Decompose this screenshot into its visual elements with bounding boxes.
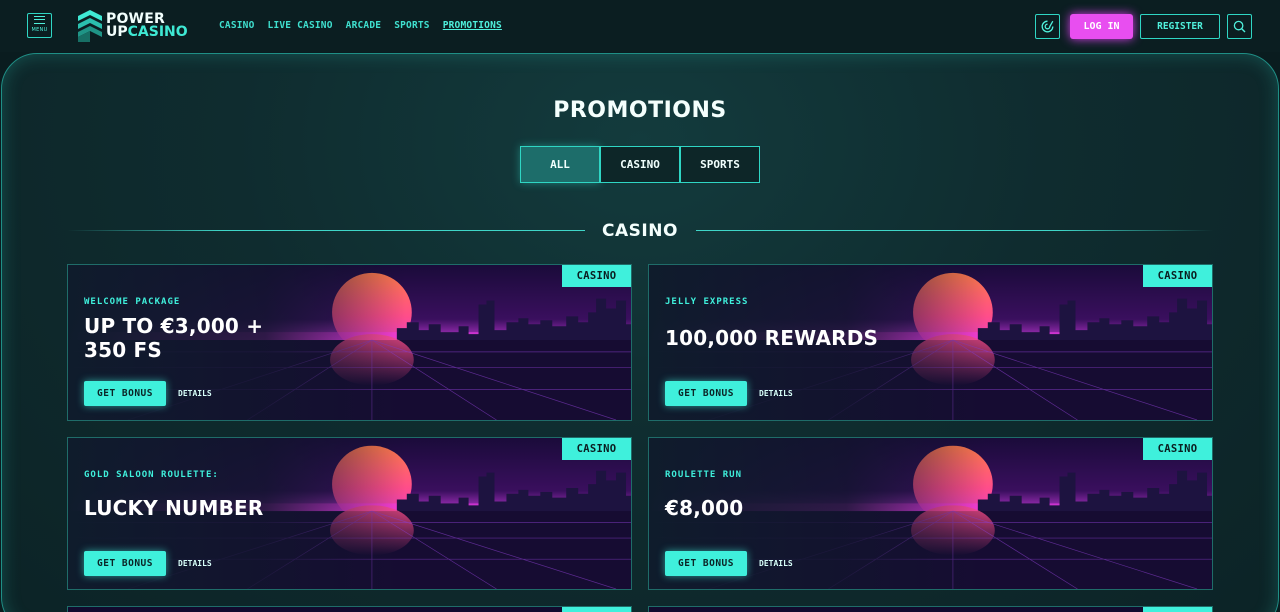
header-actions: LOG IN REGISTER xyxy=(1035,14,1252,39)
promo-filter-tabs: ALL CASINO SPORTS xyxy=(520,146,760,183)
promo-category-badge: CASINO xyxy=(562,265,631,287)
nav-live-casino[interactable]: LIVE CASINO xyxy=(268,20,333,31)
promo-card-partial xyxy=(67,606,632,612)
nav-sports[interactable]: SPORTS xyxy=(394,20,430,31)
promo-card-gold-saloon-roulette[interactable]: CASINO GOLD SALOON ROULETTE: LUCKY NUMBE… xyxy=(67,437,632,590)
get-bonus-button[interactable]: GET BONUS xyxy=(84,551,166,576)
hamburger-icon xyxy=(34,15,45,24)
promo-category-badge: CASINO xyxy=(1143,265,1212,287)
menu-label: MENU xyxy=(31,26,48,33)
chat-support-icon xyxy=(1041,20,1054,33)
menu-button[interactable]: MENU xyxy=(27,13,52,38)
logo-text-up: UP xyxy=(106,24,128,40)
register-button[interactable]: REGISTER xyxy=(1140,14,1220,39)
page-title: PROMOTIONS xyxy=(553,98,727,123)
nav-arcade[interactable]: ARCADE xyxy=(346,20,382,31)
section-title-casino: CASINO xyxy=(602,221,678,241)
promo-card-roulette-run[interactable]: CASINO ROULETTE RUN €8,000 GET BONUS DET… xyxy=(648,437,1213,590)
get-bonus-button[interactable]: GET BONUS xyxy=(665,381,747,406)
promo-card-partial xyxy=(648,606,1213,612)
get-bonus-button[interactable]: GET BONUS xyxy=(84,381,166,406)
search-button[interactable] xyxy=(1227,14,1252,39)
nav-promotions[interactable]: PROMOTIONS xyxy=(443,20,502,31)
promo-subtitle: JELLY EXPRESS xyxy=(665,297,749,307)
promo-card-jelly-express[interactable]: CASINO JELLY EXPRESS 100,000 REWARDS GET… xyxy=(648,264,1213,421)
promo-subtitle: ROULETTE RUN xyxy=(665,470,743,480)
promo-headline-line1: UP TO €3,000 + xyxy=(84,314,264,338)
promo-headline-line1: 100,000 REWARDS xyxy=(665,326,879,350)
filter-sports[interactable]: SPORTS xyxy=(680,146,760,183)
promo-subtitle: WELCOME PACKAGE xyxy=(84,297,181,307)
details-link[interactable]: DETAILS xyxy=(759,559,793,568)
top-header: MENU POWER UPCASINO CASINO LIVE CASINO A… xyxy=(0,0,1280,52)
promo-headline-line1: LUCKY NUMBER xyxy=(84,496,264,520)
promo-headline-line2: 350 FS xyxy=(84,338,162,362)
details-link[interactable]: DETAILS xyxy=(178,389,212,398)
login-button[interactable]: LOG IN xyxy=(1070,14,1133,39)
promo-headline-line1: €8,000 xyxy=(665,496,744,520)
support-button[interactable] xyxy=(1035,14,1060,39)
logo-icon xyxy=(78,10,102,42)
filter-casino[interactable]: CASINO xyxy=(600,146,680,183)
promo-category-badge: CASINO xyxy=(562,438,631,460)
get-bonus-button[interactable]: GET BONUS xyxy=(665,551,747,576)
search-icon xyxy=(1233,20,1246,33)
details-link[interactable]: DETAILS xyxy=(178,559,212,568)
promo-category-badge: CASINO xyxy=(1143,438,1212,460)
main-nav: CASINO LIVE CASINO ARCADE SPORTS PROMOTI… xyxy=(219,20,502,31)
nav-casino[interactable]: CASINO xyxy=(219,20,255,31)
filter-all[interactable]: ALL xyxy=(520,146,600,183)
logo-text-casino: CASINO xyxy=(127,24,188,40)
details-link[interactable]: DETAILS xyxy=(759,389,793,398)
promo-card-welcome-package[interactable]: CASINO WELCOME PACKAGE UP TO €3,000 + 35… xyxy=(67,264,632,421)
promo-subtitle: GOLD SALOON ROULETTE: xyxy=(84,470,219,480)
site-logo[interactable]: POWER UPCASINO xyxy=(78,10,188,42)
